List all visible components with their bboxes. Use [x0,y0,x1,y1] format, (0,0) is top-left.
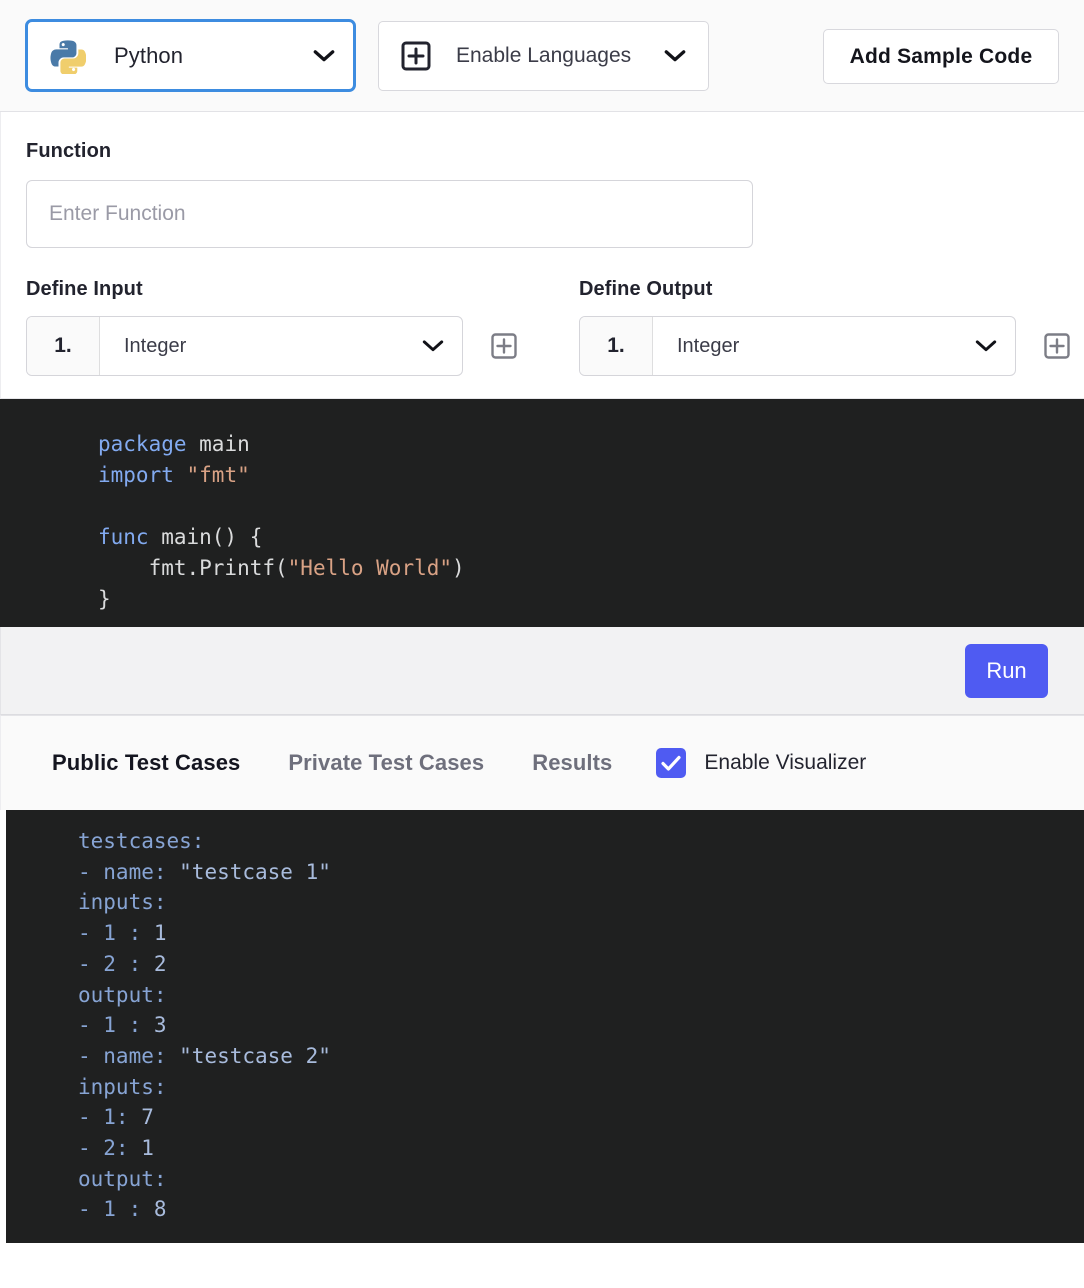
yaml-value: "testcase 2" [166,1043,331,1068]
add-output-button[interactable] [1044,333,1070,359]
input-row: 1. Integer [26,316,517,376]
yaml-key: output: [78,1166,167,1191]
input-type-value: Integer [124,334,187,357]
io-definition-row: Define Input 1. Integer Define Output 1.… [26,278,1070,376]
add-sample-code-button[interactable]: Add Sample Code [823,29,1059,84]
yaml-key: - name: [78,859,167,884]
testcase-line: - 1 : 8 [6,1194,1084,1225]
output-type-value: Integer [677,334,740,357]
code-token: ) [452,556,465,580]
add-input-button[interactable] [491,333,517,359]
input-row-index: 1. [27,317,100,375]
output-row: 1. Integer [579,316,1070,376]
output-row-index: 1. [580,317,653,375]
yaml-key: - 2 : [78,951,142,976]
chevron-down-icon [422,339,444,353]
yaml-key: output: [78,982,167,1007]
box-plus-icon [491,333,517,359]
yaml-value: 3 [141,1013,167,1038]
language-select-value: Python [114,42,184,68]
chevron-down-icon [313,49,335,63]
yaml-value: 7 [128,1105,154,1130]
testcase-line: - name: "testcase 2" [6,1041,1084,1072]
code-token: "fmt" [186,463,250,487]
run-button[interactable]: Run [965,643,1048,698]
yaml-value: 2 [141,951,167,976]
yaml-value: 8 [141,1197,167,1222]
yaml-key: - 1 : [78,921,142,946]
chevron-down-icon [664,49,686,63]
input-type-select[interactable]: Integer [100,317,462,375]
yaml-key: - 1 : [78,1013,142,1038]
language-select[interactable]: Python [25,19,356,92]
yaml-key: inputs: [78,1074,167,1099]
function-input[interactable] [26,180,753,248]
yaml-key: inputs: [78,890,167,915]
yaml-key: - 2: [78,1136,129,1161]
yaml-key: testcases: [78,829,205,853]
input-type-group: 1. Integer [26,316,463,376]
testcase-editor[interactable]: testcases: - name: "testcase 1" inputs: - 1… [6,810,1084,1243]
define-input-column: Define Input 1. Integer [26,278,517,376]
code-line: import "fmt" [0,460,1084,491]
code-line: } [0,584,1084,615]
code-line: func main() { [0,522,1084,553]
testcase-line: output: [6,1164,1084,1195]
testcase-line: output: [6,980,1084,1011]
code-token: func [98,525,162,549]
enable-visualizer-toggle[interactable]: Enable Visualizer [656,748,866,778]
chevron-down-icon [975,339,997,353]
code-line: package main [0,429,1084,460]
python-logo-icon [50,38,87,76]
yaml-key: - name: [78,1043,167,1068]
yaml-key: - 1: [78,1105,129,1130]
code-token: main [199,432,250,456]
tab-public-test-cases[interactable]: Public Test Cases [52,750,240,776]
testcase-line: testcases: [6,826,1084,857]
define-output-column: Define Output 1. Integer [579,278,1070,376]
code-token: "Hello World" [287,556,453,580]
box-plus-icon [1044,333,1070,359]
code-playground-page: Python Enable Languages Add Sample Code … [0,0,1084,1288]
run-bar: Run [0,627,1084,715]
code-line: fmt.Printf("Hello World") [0,553,1084,584]
testcase-line: - 1 : 3 [6,1010,1084,1041]
function-label: Function [26,140,112,162]
define-output-label: Define Output [579,278,713,300]
yaml-value: "testcase 1" [166,859,331,884]
yaml-value: 1 [141,921,167,946]
code-token: import [98,463,187,487]
code-token: } [98,587,111,611]
output-type-group: 1. Integer [579,316,1016,376]
testcase-line: - 2 : 2 [6,949,1084,980]
testcase-line: - name: "testcase 1" [6,857,1084,888]
visualizer-checkbox[interactable] [656,748,687,778]
visualizer-label: Enable Visualizer [704,751,867,774]
code-token: package [98,432,200,456]
enable-languages-label: Enable Languages [456,43,632,67]
top-toolbar: Python Enable Languages Add Sample Code [0,0,1084,112]
tab-private-test-cases[interactable]: Private Test Cases [288,750,484,776]
yaml-key: - 1 : [78,1197,142,1222]
define-input-label: Define Input [26,278,143,300]
function-definition-panel: Function Define Input 1. Integer [0,112,1084,399]
box-plus-icon [401,41,431,71]
tab-results[interactable]: Results [532,750,612,776]
yaml-value: 1 [128,1136,154,1161]
testcase-line: inputs: [6,887,1084,918]
testcase-line: - 1 : 1 [6,918,1084,949]
code-editor[interactable]: package main import "fmt" func main() { f… [0,399,1084,627]
testcase-line: - 1: 7 [6,1102,1084,1133]
code-token: main() { [161,525,263,549]
testcase-tab-bar: Public Test Cases Private Test Cases Res… [0,715,1084,810]
output-type-select[interactable]: Integer [653,317,1015,375]
testcase-line: - 2: 1 [6,1133,1084,1164]
code-token: fmt.Printf( [98,556,288,580]
enable-languages-dropdown[interactable]: Enable Languages [378,20,709,91]
checkmark-icon [661,755,681,771]
testcase-line: inputs: [6,1072,1084,1103]
